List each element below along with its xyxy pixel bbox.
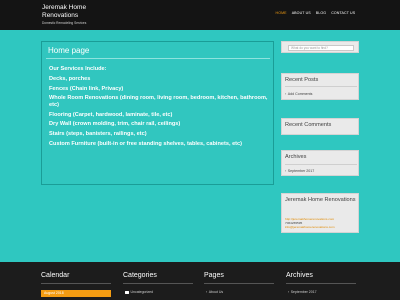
footer-divider <box>123 283 193 284</box>
nav-about-us[interactable]: ABOUT US <box>289 10 313 16</box>
chevron-right-icon: › <box>285 169 287 173</box>
nav-home[interactable]: HOME <box>273 10 289 16</box>
company-info-widget: Jeremak Home Renovations http://jeremakh… <box>281 193 359 233</box>
chevron-right-icon: › <box>285 92 287 96</box>
search-input[interactable]: What do you want to find? <box>288 45 354 51</box>
search-widget: What do you want to find? <box>281 41 359 53</box>
site-title[interactable]: Jeremak Home Renovations <box>42 4 122 20</box>
recent-post-link[interactable]: › Add Comments <box>285 92 312 96</box>
content-line: Whole Room Renovations (dining room, liv… <box>49 95 268 108</box>
archive-label: September 2017 <box>287 169 315 173</box>
page-content: Our Services Include: Decks, porches Fen… <box>49 66 271 151</box>
title-divider <box>46 58 270 59</box>
main-nav: HOME ABOUT US BLOG CONTACT US <box>273 10 358 16</box>
content-line: Our Services Include: <box>49 66 107 72</box>
folder-icon <box>125 290 129 294</box>
footer-divider <box>41 283 111 284</box>
page-label: About Us <box>208 290 224 294</box>
chevron-right-icon: › <box>206 290 208 294</box>
footer-archives-title: Archives <box>286 272 313 279</box>
content-line: Custom Furniture (built-in or free stand… <box>49 141 243 148</box>
nav-contact-us[interactable]: CONTACT US <box>329 10 358 16</box>
widget-title: Archives <box>285 154 307 160</box>
content-line: Decks, porches <box>49 75 91 82</box>
footer-archive-label: September 2017 <box>290 290 317 294</box>
widget-divider <box>285 86 357 87</box>
site-tagline: Domestic Remodeling Services <box>42 21 87 25</box>
content-line: Flooring (Carpet, hardwood, laminate, ti… <box>49 111 173 118</box>
footer-divider <box>286 283 356 284</box>
widget-title: Recent Comments <box>285 122 332 128</box>
page-title: Home page <box>48 46 90 55</box>
footer-divider <box>204 283 274 284</box>
footer-categories-title: Categories <box>123 272 157 279</box>
content-line: Stairs (steps, banisters, railings, etc) <box>49 131 147 138</box>
recent-post-label: Add Comments <box>287 92 313 96</box>
footer-archive-link[interactable]: › September 2017 <box>288 290 317 294</box>
recent-comments-widget: Recent Comments <box>281 118 359 135</box>
category-label: Uncategorized <box>130 290 154 294</box>
recent-posts-widget: Recent Posts › Add Comments <box>281 73 359 100</box>
site-footer: Calendar August 2018 Categories Uncatego… <box>0 262 400 300</box>
footer-pages-title: Pages <box>204 272 224 279</box>
site-header: Jeremak Home Renovations Domestic Remode… <box>0 0 400 30</box>
email-link[interactable]: info@jeremakhomerenovations.com <box>285 225 335 229</box>
chevron-right-icon: › <box>288 290 290 294</box>
content-line: Dry Wall (crown molding, trim, chair rai… <box>49 121 181 128</box>
archive-link[interactable]: › September 2017 <box>285 169 314 173</box>
widget-divider <box>285 164 357 165</box>
nav-blog[interactable]: BLOG <box>313 10 328 16</box>
widget-title: Jeremak Home Renovations <box>285 197 356 203</box>
footer-calendar-title: Calendar <box>41 272 70 279</box>
widget-title: Recent Posts <box>285 77 319 83</box>
calendar-month-bar: August 2018 <box>41 290 111 297</box>
archives-widget: Archives › September 2017 <box>281 150 359 176</box>
content-line: Fences (Chain link, Privacy) <box>49 85 124 92</box>
page-link[interactable]: › About Us <box>206 290 223 294</box>
category-link[interactable]: Uncategorized <box>125 290 153 294</box>
main-content-panel: Home page Our Services Include: Decks, p… <box>41 41 274 185</box>
